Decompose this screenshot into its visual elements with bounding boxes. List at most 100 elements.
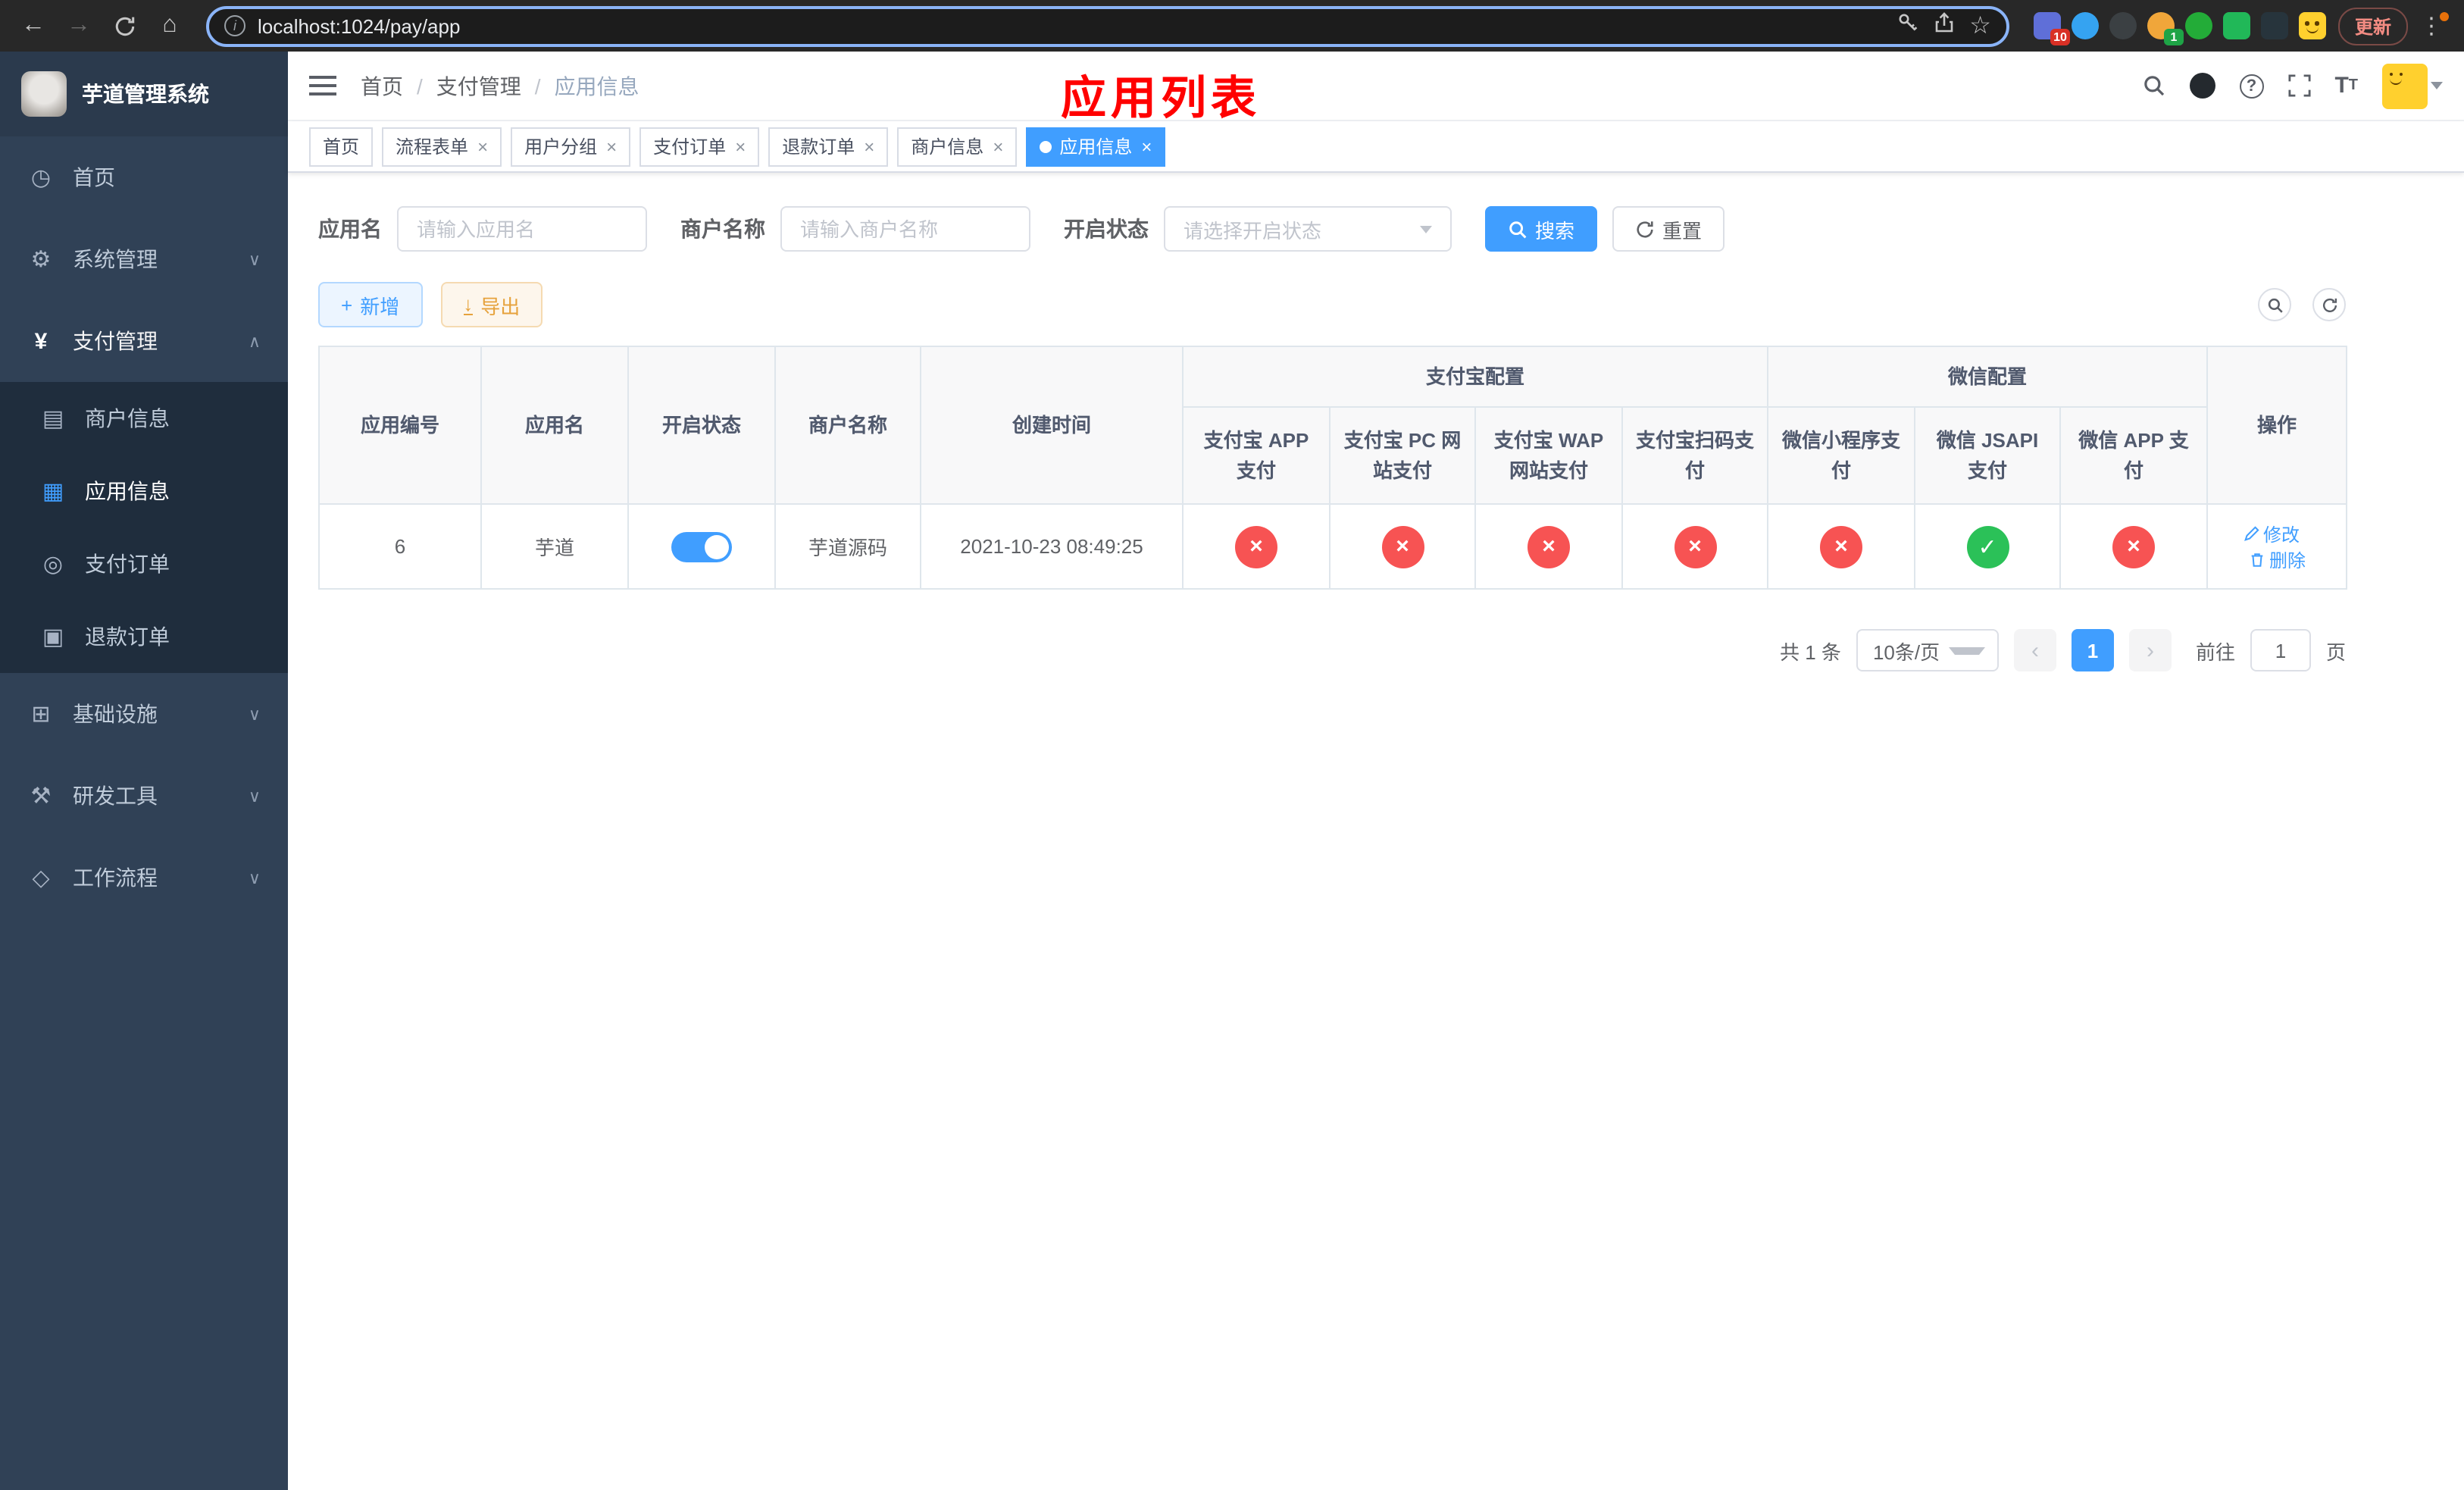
back-icon[interactable]: ← (12, 5, 55, 47)
close-icon[interactable]: × (477, 136, 488, 157)
close-icon[interactable]: × (606, 136, 617, 157)
password-key-icon[interactable] (1896, 11, 1918, 40)
tab-pay-order[interactable]: 支付订单 × (639, 127, 760, 166)
sidebar-item-workflow[interactable]: ◇ 工作流程 ∨ (0, 837, 288, 919)
extension-avatar-icon[interactable] (2298, 12, 2326, 39)
sidebar-logo[interactable]: 芋道管理系统 (0, 52, 288, 136)
sidebar-item-dev-tools[interactable]: ⚒ 研发工具 ∨ (0, 755, 288, 837)
sidebar: 芋道管理系统 ◷ 首页 ⚙ 系统管理 ∨ ¥ 支付管理 ∧ ▤ 商户信息 ▦ 应… (0, 52, 288, 1490)
export-button[interactable]: ↓ 导出 (440, 282, 543, 327)
goto-label: 前往 (2195, 640, 2235, 663)
col-wechat-app: 微信 APP 支付 (2059, 406, 2209, 505)
tab-refund-order[interactable]: 退款订单 × (768, 127, 889, 166)
merchant-name-input[interactable] (780, 206, 1030, 252)
close-icon[interactable]: × (1141, 136, 1152, 157)
help-icon[interactable]: ? (2239, 74, 2264, 98)
tab-merchant-info[interactable]: 商户信息 × (897, 127, 1018, 166)
forward-icon[interactable]: → (58, 5, 100, 47)
edit-link[interactable]: 修改 (2242, 521, 2300, 546)
breadcrumb-payment[interactable]: 支付管理 (436, 70, 521, 101)
address-bar[interactable]: i localhost:1024/pay/app ☆ (206, 5, 2009, 46)
page-size-select[interactable]: 10条/页 (1856, 629, 1999, 671)
hamburger-icon[interactable] (309, 76, 336, 95)
search-button[interactable]: 搜索 (1485, 206, 1598, 252)
cell-alipay-qr: × (1621, 503, 1769, 590)
status-select[interactable]: 请选择开启状态 (1164, 206, 1452, 252)
extension-icon[interactable] (2222, 12, 2250, 39)
payment-submenu: ▤ 商户信息 ▦ 应用信息 ◎ 支付订单 ▣ 退款订单 (0, 382, 288, 673)
extension-icon[interactable] (2260, 12, 2288, 39)
search-icon (2267, 297, 2282, 312)
tab-home[interactable]: 首页 (309, 127, 374, 166)
col-alipay-pc: 支付宝 PC 网站支付 (1329, 406, 1476, 505)
cell-wechat-app: × (2059, 503, 2209, 590)
col-group-alipay: 支付宝配置 (1181, 346, 1769, 408)
page-number-button[interactable]: 1 (2071, 629, 2114, 671)
chevron-up-icon: ∧ (248, 333, 261, 351)
sidebar-item-payment[interactable]: ¥ 支付管理 ∧ (0, 300, 288, 382)
app-name-input[interactable] (397, 206, 647, 252)
total-count: 共 1 条 (1780, 640, 1841, 663)
close-icon[interactable]: × (735, 136, 746, 157)
extension-icon[interactable] (2184, 12, 2212, 39)
github-icon[interactable] (2189, 73, 2215, 99)
prev-page-button[interactable]: ‹ (2013, 629, 2056, 671)
status-toggle[interactable] (671, 531, 732, 562)
share-icon[interactable] (1933, 11, 1954, 40)
reload-icon[interactable] (103, 5, 145, 47)
app-name-label: 应用名 (318, 217, 382, 241)
order-icon: ◎ (42, 552, 64, 578)
col-merchant: 商户名称 (774, 346, 921, 505)
breadcrumb-home[interactable]: 首页 (361, 70, 403, 101)
sidebar-item-label: 基础设施 (73, 702, 158, 726)
reset-button[interactable]: 重置 (1612, 206, 1725, 252)
close-icon[interactable]: × (993, 136, 1003, 157)
delete-link[interactable]: 删除 (2248, 546, 2306, 572)
sidebar-item-pay-order[interactable]: ◎ 支付订单 (0, 527, 288, 600)
bookmark-star-icon[interactable]: ☆ (1969, 11, 1991, 41)
tools-icon: ⚒ (30, 784, 52, 809)
status-select-placeholder: 请选择开启状态 (1184, 219, 1322, 242)
sidebar-item-label: 退款订单 (85, 624, 170, 649)
extension-icon[interactable] (2071, 12, 2099, 39)
close-icon[interactable]: × (864, 136, 874, 157)
tab-user-group[interactable]: 用户分组 × (511, 127, 631, 166)
extension-icon[interactable]: 1 (2147, 12, 2184, 45)
next-page-button[interactable]: › (2128, 629, 2172, 671)
tab-app-info[interactable]: 应用信息 × (1026, 127, 1166, 166)
top-navbar: 首页 / 支付管理 / 应用信息 ? TT (288, 52, 2464, 121)
add-button-label: 新增 (360, 295, 400, 318)
filter-form: 应用名 商户名称 开启状态 请选择开启状态 (318, 206, 2346, 252)
refresh-icon (2322, 297, 2337, 311)
browser-update-button[interactable]: 更新 (2337, 7, 2408, 45)
add-button[interactable]: + 新增 (318, 282, 423, 327)
toggle-search-button[interactable] (2258, 288, 2291, 321)
extension-icon[interactable]: 10 (2033, 12, 2070, 45)
chevron-down-icon (1949, 646, 1985, 654)
sidebar-item-home[interactable]: ◷ 首页 (0, 136, 288, 218)
sidebar-item-system[interactable]: ⚙ 系统管理 ∨ (0, 218, 288, 300)
tab-process-form[interactable]: 流程表单 × (382, 127, 502, 166)
col-alipay-app: 支付宝 APP 支付 (1182, 406, 1330, 505)
fullscreen-icon[interactable] (2287, 74, 2310, 97)
close-circle-icon: × (1674, 525, 1716, 568)
home-icon[interactable]: ⌂ (149, 5, 191, 47)
site-info-icon[interactable]: i (224, 15, 245, 36)
browser-menu-icon[interactable]: ⋮ (2411, 12, 2452, 39)
font-size-icon[interactable]: TT (2334, 73, 2358, 99)
sidebar-item-merchant-info[interactable]: ▤ 商户信息 (0, 382, 288, 455)
goto-page-input[interactable] (2250, 629, 2311, 671)
cell-wechat-mini: × (1767, 503, 1916, 590)
workflow-icon: ◇ (32, 866, 50, 891)
reset-button-label: 重置 (1662, 219, 1703, 242)
breadcrumb-separator: / (534, 74, 541, 98)
extension-icon[interactable] (2109, 12, 2137, 39)
cell-app-name: 芋道 (480, 503, 629, 590)
refresh-table-button[interactable] (2312, 288, 2346, 321)
sidebar-item-infrastructure[interactable]: ⊞ 基础设施 ∨ (0, 673, 288, 755)
search-icon[interactable] (2142, 74, 2165, 97)
user-avatar[interactable] (2382, 63, 2443, 108)
sidebar-item-app-info[interactable]: ▦ 应用信息 (0, 455, 288, 527)
breadcrumb-current: 应用信息 (554, 74, 639, 98)
sidebar-item-refund-order[interactable]: ▣ 退款订单 (0, 600, 288, 673)
